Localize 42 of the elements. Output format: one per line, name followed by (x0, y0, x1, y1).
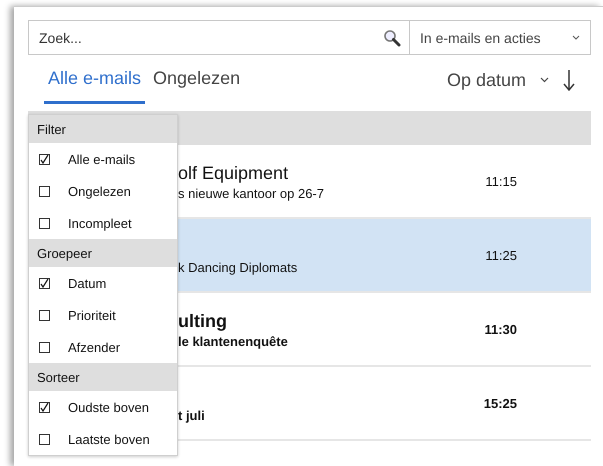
checkbox[interactable] (39, 218, 50, 228)
down-arrow-icon[interactable] (563, 69, 575, 91)
message-subject: s nieuwe kantoor op 26-7 (178, 186, 325, 200)
menu-item-label: Ongelezen (68, 184, 131, 198)
filter-tab[interactable]: Ongelezen (149, 56, 244, 104)
search-icon[interactable] (383, 28, 401, 46)
checkbox[interactable] (39, 310, 50, 320)
checkbox[interactable] (39, 434, 50, 444)
checked-checkbox[interactable] (39, 154, 50, 164)
chevron-icon[interactable] (540, 77, 549, 83)
menu-section-header: Groepeer (29, 239, 177, 267)
message-subject: k Dancing Diplomats (178, 260, 298, 274)
menu-item[interactable]: Ongelezen (29, 175, 177, 207)
filter-tab[interactable]: Alle e-mails (44, 56, 146, 104)
checked-checkbox[interactable] (39, 278, 50, 288)
message-time: 15:25 (484, 396, 517, 410)
chevron-icon (572, 34, 580, 40)
menu-item-label: Afzender (68, 340, 120, 354)
sender-name: olf Equipment (178, 162, 290, 184)
menu-item[interactable]: Prioriteit (29, 299, 177, 331)
search-input[interactable]: Zoek... (29, 26, 383, 50)
message-time: 11:25 (485, 248, 517, 262)
message-subject: t juli (178, 408, 206, 422)
menu-section-header: Filter (29, 115, 177, 143)
menu-item-label: Oudste boven (68, 400, 149, 414)
message-subject: le klantenenquête (178, 334, 289, 348)
menu-item[interactable]: Alle e-mails (29, 143, 177, 175)
menu-item-label: Alle e-mails (68, 152, 136, 166)
menu-item[interactable]: Oudste boven (29, 391, 177, 423)
sort-dropdown[interactable]: Op datum (446, 70, 526, 90)
message-time: 11:30 (484, 322, 517, 336)
search-field[interactable]: Zoek... (28, 20, 410, 55)
checkbox[interactable] (39, 186, 50, 196)
message-time: 11:15 (485, 174, 517, 188)
menu-item-label: Prioriteit (68, 308, 116, 322)
menu-section-header: Sorteer (29, 363, 177, 391)
menu-item[interactable]: Afzender (29, 331, 177, 363)
checkbox[interactable] (39, 342, 50, 352)
menu-item-label: Datum (68, 276, 106, 290)
sender-name: ulting (178, 310, 228, 332)
scope-dropdown[interactable]: In e-mails en acties (410, 20, 591, 55)
checked-checkbox[interactable] (39, 402, 50, 412)
